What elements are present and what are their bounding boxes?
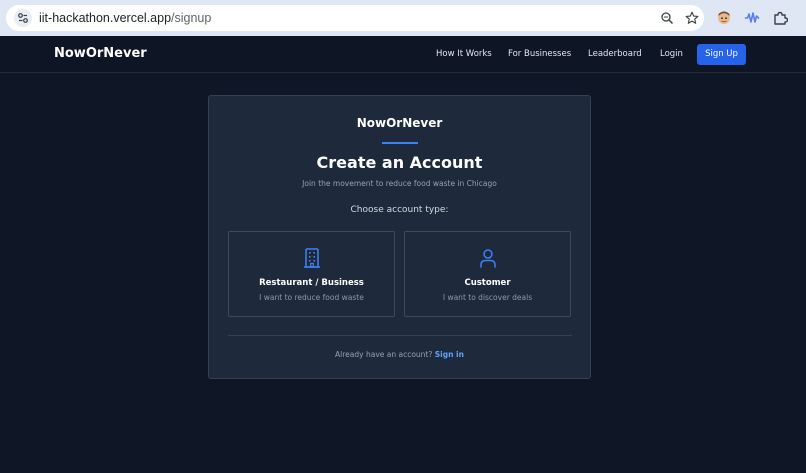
- nav-link-for-businesses[interactable]: For Businesses: [508, 36, 571, 72]
- user-icon: [479, 249, 496, 268]
- signin-prompt-text: Already have an account?: [335, 350, 433, 359]
- bookmark-star-icon[interactable]: [679, 5, 705, 31]
- option-description: I want to reduce food waste: [259, 293, 364, 302]
- account-type-business[interactable]: Restaurant / Business I want to reduce f…: [228, 231, 395, 317]
- account-type-label: Choose account type:: [350, 205, 449, 215]
- nav-link-login[interactable]: Login: [660, 36, 683, 72]
- building-icon: [303, 248, 320, 268]
- site-navbar: NowOrNever How It Works For Businesses L…: [0, 36, 806, 73]
- option-description: I want to discover deals: [442, 293, 533, 302]
- browser-toolbar: iit-hackathon.vercel.app/signup: [0, 0, 806, 36]
- site-settings-icon[interactable]: [14, 9, 32, 27]
- nav-link-how-it-works[interactable]: How It Works: [436, 36, 492, 72]
- option-title: Customer: [464, 278, 511, 288]
- card-brand: NowOrNever: [356, 116, 443, 130]
- nav-link-leaderboard[interactable]: Leaderboard: [588, 36, 642, 72]
- signin-link[interactable]: Sign in: [435, 350, 464, 359]
- extension-audio-icon[interactable]: [739, 5, 765, 31]
- address-bar[interactable]: iit-hackathon.vercel.app/signup: [6, 5, 704, 31]
- brand-underline: [382, 142, 418, 144]
- signup-card: NowOrNever Create an Account Join the mo…: [208, 95, 591, 379]
- extensions-puzzle-icon[interactable]: [767, 5, 793, 31]
- card-divider: [228, 335, 572, 336]
- page-title: Create an Account: [316, 153, 483, 172]
- account-type-customer[interactable]: Customer I want to discover deals: [404, 231, 571, 317]
- zoom-icon[interactable]: [654, 5, 680, 31]
- url-text[interactable]: iit-hackathon.vercel.app/signup: [39, 5, 211, 31]
- extension-avatar-icon[interactable]: [711, 5, 737, 31]
- signin-prompt: Already have an account? Sign in: [209, 350, 590, 359]
- page-subtitle: Join the movement to reduce food waste i…: [302, 179, 497, 188]
- option-title: Restaurant / Business: [259, 278, 364, 288]
- brand-logo[interactable]: NowOrNever: [54, 36, 147, 72]
- signup-button[interactable]: Sign Up: [697, 44, 746, 65]
